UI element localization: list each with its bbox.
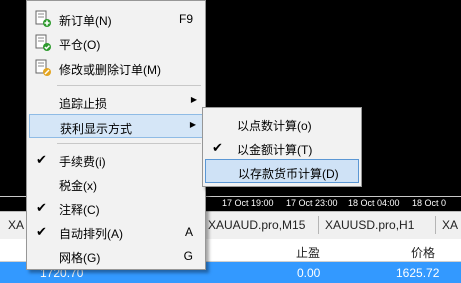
time-label: 18 Oct 04:00 bbox=[348, 198, 400, 208]
menu-item-trailing-stop[interactable]: 追踪止损 ▶ bbox=[29, 90, 203, 114]
checkmark-icon: ✔ bbox=[36, 152, 47, 167]
menu-item-label: 注释(C) bbox=[59, 203, 100, 217]
menu-separator bbox=[57, 143, 201, 144]
chart-tab[interactable]: XAUUSD.pro,H1 bbox=[325, 218, 414, 232]
chart-tab[interactable]: XA bbox=[442, 218, 458, 232]
checkmark-icon: ✔ bbox=[212, 140, 223, 155]
time-label: 17 Oct 23:00 bbox=[286, 198, 338, 208]
chart-tab[interactable]: XA bbox=[8, 218, 24, 232]
menu-item-new-order[interactable]: 新订单(N) F9 bbox=[29, 7, 203, 31]
menu-item-label: 税金(x) bbox=[59, 179, 97, 193]
menu-item-label: 平仓(O) bbox=[59, 38, 101, 52]
menu-item-label: 以存款货币计算(D) bbox=[238, 167, 339, 181]
menu-item-taxes[interactable]: 税金(x) bbox=[29, 172, 203, 196]
menu-item-label: 自动排列(A) bbox=[59, 227, 123, 241]
cell-profit: 0.00 bbox=[297, 266, 321, 280]
menu-item-label: 网格(G) bbox=[59, 251, 101, 265]
close-position-icon bbox=[34, 34, 52, 52]
tab-divider bbox=[435, 216, 436, 234]
menu-item-close-position[interactable]: 平仓(O) bbox=[29, 31, 203, 55]
menu-item-profit-display[interactable]: 获利显示方式 ▶ bbox=[29, 114, 203, 138]
chart-tab[interactable]: XAUAUD.pro,M15 bbox=[208, 218, 305, 232]
time-label: 17 Oct 19:00 bbox=[222, 198, 274, 208]
profit-display-submenu: 以点数计算(o) ✔ 以金额计算(T) 以存款货币计算(D) bbox=[202, 107, 362, 187]
menu-item-label: 以点数计算(o) bbox=[237, 119, 312, 133]
menu-item-label: 以金额计算(T) bbox=[237, 143, 313, 157]
submenu-item-money[interactable]: ✔ 以金额计算(T) bbox=[205, 136, 359, 160]
checkmark-icon: ✔ bbox=[36, 200, 47, 215]
menu-item-label: 追踪止损 bbox=[59, 97, 108, 111]
modify-order-icon bbox=[34, 59, 52, 77]
shortcut-label: F9 bbox=[178, 12, 193, 26]
submenu-arrow-icon: ▶ bbox=[190, 95, 197, 104]
menu-item-label: 手续费(i) bbox=[59, 155, 106, 169]
menu-item-comments[interactable]: ✔ 注释(C) bbox=[29, 196, 203, 220]
shortcut-label: A bbox=[184, 225, 193, 239]
submenu-item-deposit-currency[interactable]: 以存款货币计算(D) bbox=[205, 159, 359, 183]
menu-item-label: 修改或删除订单(M) bbox=[59, 63, 161, 77]
menu-item-label: 新订单(N) bbox=[59, 14, 112, 28]
menu-item-auto-arrange[interactable]: ✔ 自动排列(A) A bbox=[29, 220, 203, 244]
context-menu: 新订单(N) F9 平仓(O) 修改或删除订单(M) 追踪止损 ▶ 获利显示方式… bbox=[26, 0, 206, 270]
submenu-item-points[interactable]: 以点数计算(o) bbox=[205, 112, 359, 136]
checkmark-icon: ✔ bbox=[36, 224, 47, 239]
menu-item-modify-order[interactable]: 修改或删除订单(M) bbox=[29, 56, 203, 80]
menu-item-commission[interactable]: ✔ 手续费(i) bbox=[29, 148, 203, 172]
tab-divider bbox=[318, 216, 319, 234]
menu-separator bbox=[57, 85, 201, 86]
new-order-icon bbox=[34, 10, 52, 28]
column-header-price[interactable]: 价格 bbox=[411, 244, 435, 261]
time-label: 18 Oct 0 bbox=[412, 198, 447, 208]
shortcut-label: G bbox=[183, 249, 193, 263]
menu-item-grid[interactable]: 网格(G) G bbox=[29, 244, 203, 268]
submenu-arrow-icon: ▶ bbox=[189, 120, 196, 129]
column-header-profit[interactable]: 止盈 bbox=[296, 244, 320, 261]
menu-item-label: 获利显示方式 bbox=[60, 122, 133, 136]
cell-price: 1625.72 bbox=[396, 266, 440, 280]
